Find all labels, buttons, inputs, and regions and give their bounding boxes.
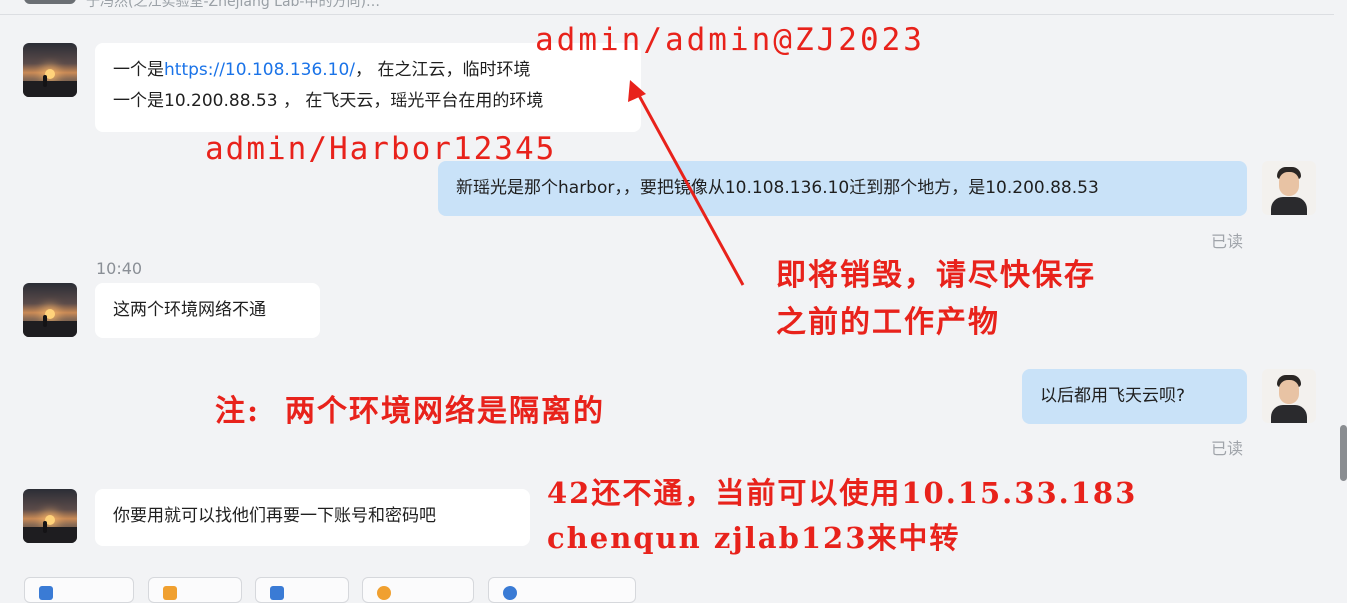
- toolbar-icon: [270, 586, 284, 600]
- toolbar-button[interactable]: [148, 577, 242, 603]
- toolbar-button[interactable]: [362, 577, 474, 603]
- arrow-shaft: [634, 89, 745, 286]
- toolbar-button[interactable]: [255, 577, 349, 603]
- toolbar-button[interactable]: [24, 577, 134, 603]
- scrollbar-thumb[interactable]: [1340, 425, 1347, 481]
- arrow-head: [628, 80, 646, 102]
- annotation-arrow: [628, 80, 745, 286]
- toolbar-icon: [163, 586, 177, 600]
- toolbar-button[interactable]: [488, 577, 636, 603]
- toolbar-icon: [377, 586, 391, 600]
- toolbar-icon: [39, 586, 53, 600]
- toolbar-icon: [503, 586, 517, 600]
